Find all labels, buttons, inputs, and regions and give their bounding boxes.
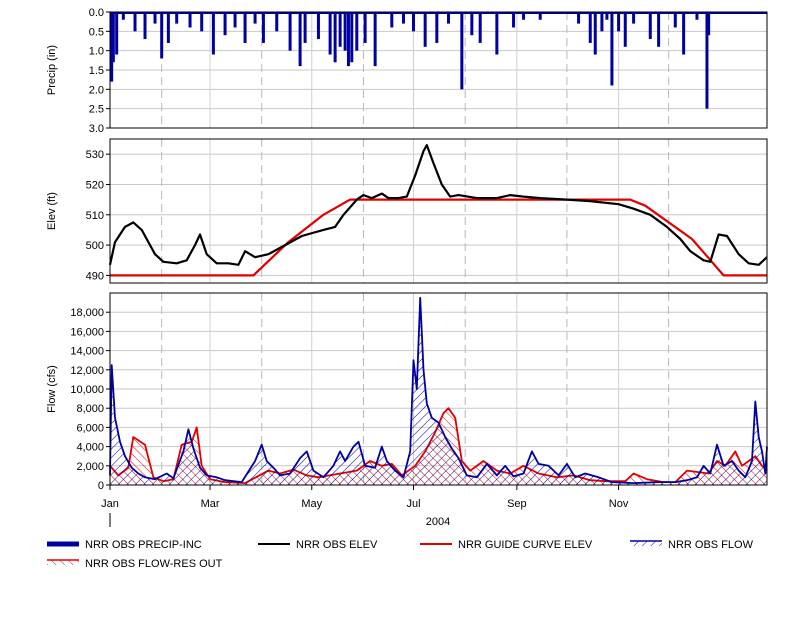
precip-bar — [243, 12, 247, 43]
precip-bar — [200, 12, 204, 32]
legend-label: NRR OBS FLOW-RES OUT — [85, 558, 223, 570]
y-tick-label: 12,000 — [70, 365, 104, 377]
y-axis-label: Precip (in) — [46, 45, 58, 95]
precip-bar — [115, 12, 119, 55]
legend-label: NRR OBS FLOW — [668, 539, 754, 551]
precip-bar — [600, 12, 604, 32]
precip-bar — [233, 12, 237, 28]
y-tick-label: 4,000 — [76, 442, 104, 454]
precip-bar — [350, 12, 354, 63]
y-tick-label: 16,000 — [70, 326, 104, 338]
y-tick-label: 0 — [98, 480, 104, 492]
precip-bar — [355, 12, 359, 51]
y-tick-label: 530 — [86, 149, 104, 161]
precip-bar — [623, 12, 627, 47]
x-axis: Jan Mar May Jul Sep Nov 2004 — [101, 485, 629, 528]
y-tick-label: 490 — [86, 270, 104, 282]
y-tick-label: 3.0 — [89, 123, 104, 135]
y-tick-label: 2.0 — [89, 84, 104, 96]
precip-bar — [160, 12, 164, 59]
x-axis-title: 2004 — [426, 516, 450, 528]
y-tick-label: 1.5 — [89, 65, 104, 77]
legend-item: NRR OBS PRECIP-INC — [47, 539, 202, 551]
elevation-panel: 490 500 510 520 530 Elev (ft) — [46, 138, 768, 284]
precip-bar — [588, 12, 592, 43]
precip-bar — [478, 12, 482, 43]
precip-bar — [435, 12, 439, 43]
y-tick-label: 8,000 — [76, 403, 104, 415]
y-tick-label: 10,000 — [70, 384, 104, 396]
y-tick-label: 2.5 — [89, 104, 104, 116]
precip-bar — [211, 12, 215, 55]
precip-bar — [673, 12, 677, 28]
y-tick-label: 1.0 — [89, 46, 104, 58]
precip-bar — [610, 12, 614, 86]
precip-bar — [303, 12, 307, 43]
precip-bar — [188, 12, 192, 28]
precip-bar — [593, 12, 597, 55]
legend-item: NRR OBS FLOW — [630, 539, 754, 551]
legend-label: NRR OBS PRECIP-INC — [85, 539, 202, 551]
precip-bar — [495, 12, 499, 55]
precip-bar — [657, 12, 661, 47]
x-tick-label: Mar — [201, 498, 220, 510]
y-tick-label: 0.0 — [89, 7, 104, 19]
precip-bar — [338, 12, 342, 47]
precip-bar — [423, 12, 427, 47]
precip-bar — [390, 12, 394, 28]
y-tick-label: 2,000 — [76, 461, 104, 473]
precip-bar — [682, 12, 686, 55]
precip-bar — [648, 12, 652, 40]
x-tick-label: Jul — [406, 498, 420, 510]
flow-panel: 0 2,000 4,000 6,000 8,000 10,000 12,000 14,000 1… — [46, 292, 768, 492]
y-tick-label: 0.5 — [89, 26, 104, 38]
y-axis-label: Elev (ft) — [46, 192, 58, 230]
precip-bar — [333, 12, 337, 63]
precip-bar — [373, 12, 377, 67]
legend-item: NRR OBS ELEV — [258, 539, 378, 551]
precip-bar — [328, 12, 332, 55]
y-tick-label: 18,000 — [70, 307, 104, 319]
precip-bar — [166, 12, 170, 43]
precip-bar — [261, 12, 265, 43]
y-tick-label: 500 — [86, 240, 104, 252]
precip-bar — [617, 12, 621, 32]
precip-bar — [363, 12, 367, 43]
precip-bar — [460, 12, 464, 90]
legend-label: NRR GUIDE CURVE ELEV — [458, 539, 593, 551]
legend-item: NRR GUIDE CURVE ELEV — [420, 539, 593, 551]
x-tick-label: Nov — [609, 498, 629, 510]
precip-bar — [316, 12, 320, 40]
precip-panel: 0.0 0.5 1.0 1.5 2.0 2.5 3.0 Precip (in) — [46, 7, 768, 135]
y-tick-label: 6,000 — [76, 422, 104, 434]
precip-bar — [343, 12, 347, 51]
y-tick-label: 510 — [86, 210, 104, 222]
precip-bar — [707, 12, 711, 36]
y-axis-label: Flow (cfs) — [46, 365, 58, 413]
precip-bar — [143, 12, 147, 40]
precip-bar — [346, 12, 350, 67]
precip-bar — [298, 12, 302, 67]
legend: NRR OBS PRECIP-INC NRR OBS ELEV NRR GUIDE … — [47, 539, 754, 570]
hydrograph-chart: 0.0 0.5 1.0 1.5 2.0 2.5 3.0 Precip (in) 490 500 5… — [46, 7, 768, 570]
x-tick-label: Jan — [101, 498, 119, 510]
y-tick-label: 14,000 — [70, 346, 104, 358]
legend-label: NRR OBS ELEV — [296, 539, 378, 551]
legend-item: NRR OBS FLOW-RES OUT — [47, 558, 223, 570]
precip-bar — [223, 12, 227, 36]
precip-bar — [512, 12, 516, 28]
precip-bar — [133, 12, 137, 32]
precip-bar — [470, 12, 474, 36]
precip-bar — [111, 12, 115, 63]
precip-bar — [275, 12, 279, 32]
x-tick-label: Sep — [507, 498, 527, 510]
precip-bar — [411, 12, 415, 32]
precip-bar — [288, 12, 292, 51]
x-tick-label: May — [301, 498, 322, 510]
y-tick-label: 520 — [86, 179, 104, 191]
